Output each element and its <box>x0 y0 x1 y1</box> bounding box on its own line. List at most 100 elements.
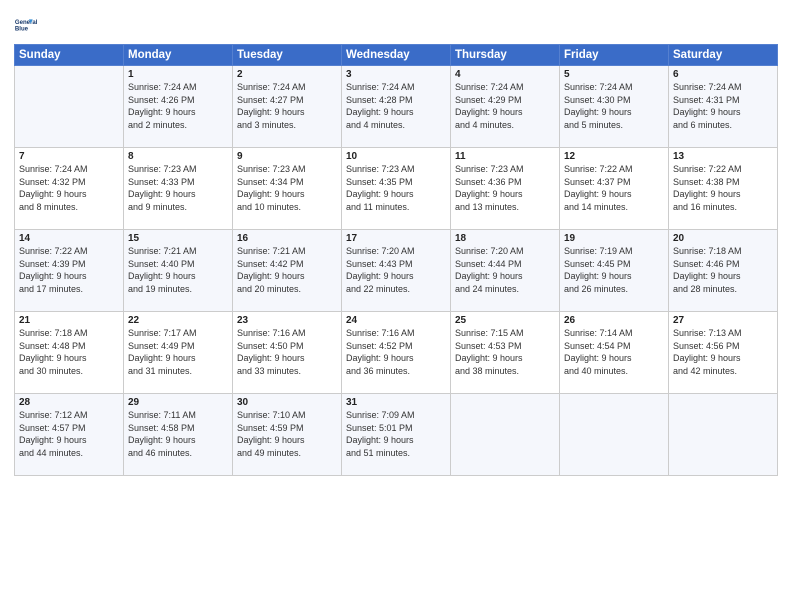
day-number: 15 <box>128 233 228 244</box>
day-number: 10 <box>346 151 446 162</box>
day-number: 23 <box>237 315 337 326</box>
day-info: Sunrise: 7:24 AMSunset: 4:28 PMDaylight:… <box>346 81 446 131</box>
day-number: 30 <box>237 397 337 408</box>
day-number: 2 <box>237 69 337 80</box>
day-number: 3 <box>346 69 446 80</box>
svg-text:General: General <box>15 20 38 26</box>
calendar-cell: 29Sunrise: 7:11 AMSunset: 4:58 PMDayligh… <box>124 394 233 476</box>
day-info: Sunrise: 7:22 AMSunset: 4:37 PMDaylight:… <box>564 163 664 213</box>
weekday-header-row: SundayMondayTuesdayWednesdayThursdayFrid… <box>15 45 778 66</box>
weekday-header-sunday: Sunday <box>15 45 124 66</box>
day-number: 31 <box>346 397 446 408</box>
day-info: Sunrise: 7:18 AMSunset: 4:46 PMDaylight:… <box>673 245 773 295</box>
day-info: Sunrise: 7:23 AMSunset: 4:35 PMDaylight:… <box>346 163 446 213</box>
day-number: 22 <box>128 315 228 326</box>
calendar-cell: 30Sunrise: 7:10 AMSunset: 4:59 PMDayligh… <box>233 394 342 476</box>
day-info: Sunrise: 7:24 AMSunset: 4:27 PMDaylight:… <box>237 81 337 131</box>
calendar-cell: 1Sunrise: 7:24 AMSunset: 4:26 PMDaylight… <box>124 66 233 148</box>
day-number: 7 <box>19 151 119 162</box>
calendar-cell: 26Sunrise: 7:14 AMSunset: 4:54 PMDayligh… <box>560 312 669 394</box>
day-info: Sunrise: 7:24 AMSunset: 4:31 PMDaylight:… <box>673 81 773 131</box>
calendar-cell: 7Sunrise: 7:24 AMSunset: 4:32 PMDaylight… <box>15 148 124 230</box>
weekday-header-friday: Friday <box>560 45 669 66</box>
week-row-5: 28Sunrise: 7:12 AMSunset: 4:57 PMDayligh… <box>15 394 778 476</box>
day-number: 14 <box>19 233 119 244</box>
day-info: Sunrise: 7:09 AMSunset: 5:01 PMDaylight:… <box>346 409 446 459</box>
day-number: 13 <box>673 151 773 162</box>
calendar-cell: 22Sunrise: 7:17 AMSunset: 4:49 PMDayligh… <box>124 312 233 394</box>
day-info: Sunrise: 7:13 AMSunset: 4:56 PMDaylight:… <box>673 327 773 377</box>
calendar-cell: 15Sunrise: 7:21 AMSunset: 4:40 PMDayligh… <box>124 230 233 312</box>
calendar-cell <box>560 394 669 476</box>
day-info: Sunrise: 7:10 AMSunset: 4:59 PMDaylight:… <box>237 409 337 459</box>
calendar-cell: 4Sunrise: 7:24 AMSunset: 4:29 PMDaylight… <box>451 66 560 148</box>
calendar-cell <box>451 394 560 476</box>
day-info: Sunrise: 7:24 AMSunset: 4:29 PMDaylight:… <box>455 81 555 131</box>
calendar-cell: 31Sunrise: 7:09 AMSunset: 5:01 PMDayligh… <box>342 394 451 476</box>
day-number: 1 <box>128 69 228 80</box>
day-number: 20 <box>673 233 773 244</box>
calendar-cell: 8Sunrise: 7:23 AMSunset: 4:33 PMDaylight… <box>124 148 233 230</box>
day-info: Sunrise: 7:11 AMSunset: 4:58 PMDaylight:… <box>128 409 228 459</box>
day-info: Sunrise: 7:12 AMSunset: 4:57 PMDaylight:… <box>19 409 119 459</box>
calendar-cell: 21Sunrise: 7:18 AMSunset: 4:48 PMDayligh… <box>15 312 124 394</box>
day-number: 25 <box>455 315 555 326</box>
day-number: 17 <box>346 233 446 244</box>
calendar-cell: 6Sunrise: 7:24 AMSunset: 4:31 PMDaylight… <box>669 66 778 148</box>
day-number: 29 <box>128 397 228 408</box>
calendar-cell: 20Sunrise: 7:18 AMSunset: 4:46 PMDayligh… <box>669 230 778 312</box>
day-info: Sunrise: 7:19 AMSunset: 4:45 PMDaylight:… <box>564 245 664 295</box>
day-number: 8 <box>128 151 228 162</box>
day-info: Sunrise: 7:14 AMSunset: 4:54 PMDaylight:… <box>564 327 664 377</box>
calendar-cell: 28Sunrise: 7:12 AMSunset: 4:57 PMDayligh… <box>15 394 124 476</box>
header: General Blue <box>14 10 778 38</box>
day-info: Sunrise: 7:20 AMSunset: 4:44 PMDaylight:… <box>455 245 555 295</box>
day-info: Sunrise: 7:23 AMSunset: 4:34 PMDaylight:… <box>237 163 337 213</box>
calendar-cell: 13Sunrise: 7:22 AMSunset: 4:38 PMDayligh… <box>669 148 778 230</box>
svg-text:Blue: Blue <box>15 27 29 33</box>
calendar-cell <box>15 66 124 148</box>
calendar-cell: 25Sunrise: 7:15 AMSunset: 4:53 PMDayligh… <box>451 312 560 394</box>
week-row-4: 21Sunrise: 7:18 AMSunset: 4:48 PMDayligh… <box>15 312 778 394</box>
calendar-cell: 10Sunrise: 7:23 AMSunset: 4:35 PMDayligh… <box>342 148 451 230</box>
week-row-2: 7Sunrise: 7:24 AMSunset: 4:32 PMDaylight… <box>15 148 778 230</box>
day-info: Sunrise: 7:22 AMSunset: 4:38 PMDaylight:… <box>673 163 773 213</box>
calendar-cell: 14Sunrise: 7:22 AMSunset: 4:39 PMDayligh… <box>15 230 124 312</box>
calendar-page: General Blue SundayMondayTuesdayWednesda… <box>0 0 792 612</box>
calendar-cell: 11Sunrise: 7:23 AMSunset: 4:36 PMDayligh… <box>451 148 560 230</box>
day-info: Sunrise: 7:24 AMSunset: 4:30 PMDaylight:… <box>564 81 664 131</box>
day-info: Sunrise: 7:23 AMSunset: 4:36 PMDaylight:… <box>455 163 555 213</box>
weekday-header-monday: Monday <box>124 45 233 66</box>
day-number: 28 <box>19 397 119 408</box>
calendar-cell: 2Sunrise: 7:24 AMSunset: 4:27 PMDaylight… <box>233 66 342 148</box>
day-number: 9 <box>237 151 337 162</box>
day-info: Sunrise: 7:16 AMSunset: 4:50 PMDaylight:… <box>237 327 337 377</box>
calendar-table: SundayMondayTuesdayWednesdayThursdayFrid… <box>14 44 778 476</box>
calendar-cell: 9Sunrise: 7:23 AMSunset: 4:34 PMDaylight… <box>233 148 342 230</box>
day-info: Sunrise: 7:21 AMSunset: 4:40 PMDaylight:… <box>128 245 228 295</box>
day-info: Sunrise: 7:22 AMSunset: 4:39 PMDaylight:… <box>19 245 119 295</box>
weekday-header-thursday: Thursday <box>451 45 560 66</box>
weekday-header-wednesday: Wednesday <box>342 45 451 66</box>
calendar-cell: 18Sunrise: 7:20 AMSunset: 4:44 PMDayligh… <box>451 230 560 312</box>
day-info: Sunrise: 7:17 AMSunset: 4:49 PMDaylight:… <box>128 327 228 377</box>
calendar-cell: 23Sunrise: 7:16 AMSunset: 4:50 PMDayligh… <box>233 312 342 394</box>
day-number: 5 <box>564 69 664 80</box>
day-info: Sunrise: 7:20 AMSunset: 4:43 PMDaylight:… <box>346 245 446 295</box>
calendar-cell: 27Sunrise: 7:13 AMSunset: 4:56 PMDayligh… <box>669 312 778 394</box>
day-number: 4 <box>455 69 555 80</box>
logo-icon: General Blue <box>14 10 42 38</box>
calendar-cell: 24Sunrise: 7:16 AMSunset: 4:52 PMDayligh… <box>342 312 451 394</box>
day-info: Sunrise: 7:16 AMSunset: 4:52 PMDaylight:… <box>346 327 446 377</box>
day-number: 18 <box>455 233 555 244</box>
day-number: 12 <box>564 151 664 162</box>
day-number: 6 <box>673 69 773 80</box>
calendar-cell: 17Sunrise: 7:20 AMSunset: 4:43 PMDayligh… <box>342 230 451 312</box>
calendar-cell <box>669 394 778 476</box>
day-info: Sunrise: 7:24 AMSunset: 4:26 PMDaylight:… <box>128 81 228 131</box>
calendar-cell: 19Sunrise: 7:19 AMSunset: 4:45 PMDayligh… <box>560 230 669 312</box>
week-row-3: 14Sunrise: 7:22 AMSunset: 4:39 PMDayligh… <box>15 230 778 312</box>
calendar-cell: 12Sunrise: 7:22 AMSunset: 4:37 PMDayligh… <box>560 148 669 230</box>
day-number: 24 <box>346 315 446 326</box>
calendar-cell: 3Sunrise: 7:24 AMSunset: 4:28 PMDaylight… <box>342 66 451 148</box>
